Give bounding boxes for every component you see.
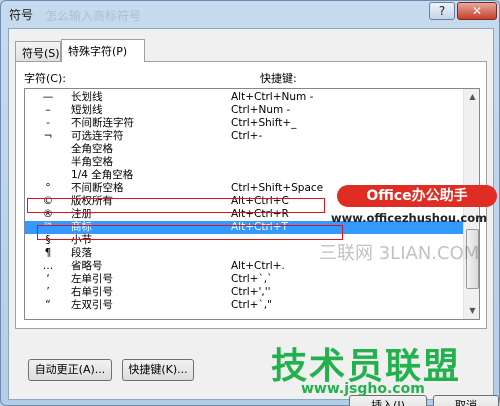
highlight-box-copyright: [27, 198, 325, 213]
tab-special-characters[interactable]: 特殊字符(P): [61, 39, 145, 62]
list-item[interactable]: - 不间断连字符 Ctrl+Shift+_: [25, 117, 463, 130]
row-shortcut: Alt+Ctrl+.: [231, 260, 285, 272]
row-shortcut: Ctrl+Shift+_: [231, 117, 297, 129]
row-symbol: —: [42, 91, 54, 103]
row-symbol: ¬: [43, 130, 53, 142]
cancel-button[interactable]: 取消: [433, 395, 499, 406]
row-name: 右单引号: [71, 286, 113, 298]
row-shortcut: Ctrl+Num -: [231, 104, 291, 116]
close-button[interactable]: ✕: [457, 2, 497, 20]
row-name: 省略号: [71, 260, 103, 272]
office-assistant-badge: Office办公助手: [337, 185, 497, 207]
title-watermark: 怎么输入商标符号: [45, 9, 142, 23]
row-shortcut: Ctrl+','': [231, 286, 271, 298]
character-column-header: 字符(C):: [24, 72, 66, 85]
office-assistant-url: www.officezhushou.com: [331, 211, 488, 225]
row-symbol: –: [45, 104, 51, 116]
row-symbol: -: [46, 117, 50, 129]
row-symbol: …: [42, 260, 54, 272]
shortcut-key-button[interactable]: 快捷键(K)...: [122, 359, 194, 381]
row-name: 长划线: [71, 91, 103, 103]
row-shortcut: Ctrl+`,": [231, 299, 272, 311]
row-name: 1/4 全角空格: [71, 169, 134, 181]
autocorrect-button[interactable]: 自动更正(A)...: [28, 359, 112, 381]
row-symbol: ¶: [44, 247, 52, 259]
row-name: 段落: [71, 247, 92, 259]
row-shortcut: Ctrl+Shift+Space: [231, 182, 324, 194]
row-symbol: ‘: [46, 273, 50, 285]
list-item[interactable]: “ 左双引号 Ctrl+`,": [25, 299, 463, 312]
row-name: 可选连字符: [71, 130, 124, 142]
site-watermark: 三联网 3LIAN.COM: [319, 243, 480, 264]
help-button[interactable]: ?: [429, 2, 455, 20]
title-bar: 符号 怎么输入商标符号 ? ✕: [1, 1, 499, 27]
row-name: 左单引号: [71, 273, 113, 285]
row-symbol: °: [45, 182, 51, 194]
row-name: 不间断连字符: [71, 117, 134, 129]
chevron-down-icon[interactable]: ▼: [465, 303, 479, 319]
list-item[interactable]: 半角空格: [25, 156, 463, 169]
shortcut-column-header: 快捷键:: [260, 72, 297, 85]
big-watermark-url: www.jsgho.com: [301, 381, 425, 397]
list-item[interactable]: – 短划线 Ctrl+Num -: [25, 104, 463, 117]
list-item[interactable]: ¬ 可选连字符 Ctrl+-: [25, 130, 463, 143]
list-item[interactable]: — 长划线 Alt+Ctrl+Num -: [25, 91, 463, 104]
highlight-box-trademark: [37, 225, 343, 240]
symbol-dialog: 符号 怎么输入商标符号 ? ✕ 符号(S) 特殊字符(P) 字符(C): 快捷键…: [0, 0, 500, 406]
list-item[interactable]: ’ 右单引号 Ctrl+','': [25, 286, 463, 299]
row-name: 半角空格: [71, 156, 113, 168]
chevron-up-icon[interactable]: ▲: [465, 89, 479, 105]
row-name: 不间断空格: [71, 182, 124, 194]
list-item[interactable]: 全角空格: [25, 143, 463, 156]
tab-symbols[interactable]: 符号(S): [15, 41, 61, 61]
row-symbol: ’: [46, 286, 50, 298]
row-shortcut: Ctrl+`,`: [231, 273, 273, 285]
row-symbol: “: [45, 299, 51, 311]
row-name: 短划线: [71, 104, 103, 116]
window-title: 符号: [9, 8, 34, 22]
row-shortcut: Alt+Ctrl+Num -: [231, 91, 314, 103]
list-item[interactable]: ‘ 左单引号 Ctrl+`,`: [25, 273, 463, 286]
list-item[interactable]: 1/4 全角空格: [25, 169, 463, 182]
row-name: 左双引号: [71, 299, 113, 311]
row-name: 全角空格: [71, 143, 113, 155]
row-shortcut: Ctrl+-: [231, 130, 263, 142]
